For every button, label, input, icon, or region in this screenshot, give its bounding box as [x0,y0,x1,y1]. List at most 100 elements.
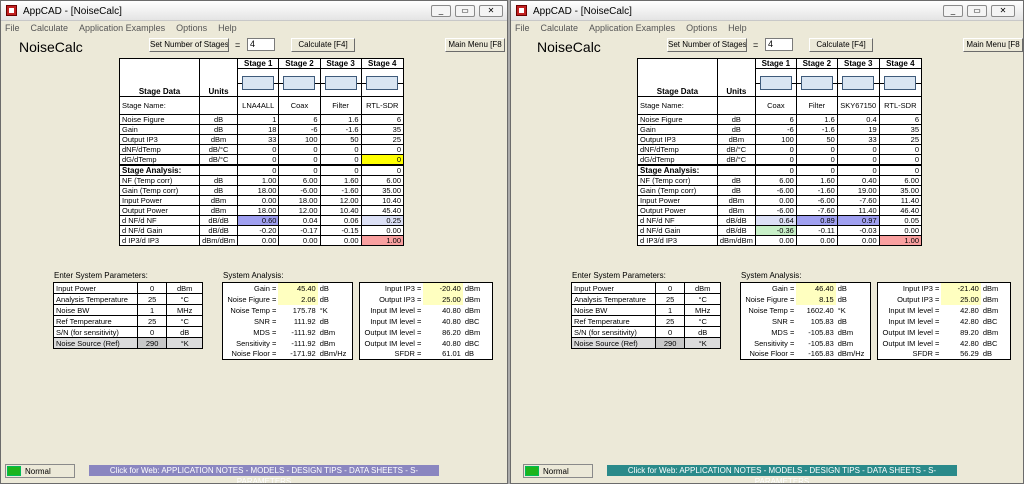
stage-block-icon[interactable] [838,76,879,90]
menu-application-examples[interactable]: Application Examples [589,21,675,35]
param-value[interactable]: 25 [136,293,168,305]
stage-input-cell[interactable]: 1 [236,114,280,125]
stage-input-cell[interactable]: 0 [795,144,838,155]
stage-input-cell[interactable]: 33 [236,134,280,145]
stage-3-name[interactable]: SKY67150 [836,96,880,115]
stage-input-cell[interactable]: -6 [754,124,797,135]
stage-input-cell[interactable]: 6 [878,114,923,125]
param-value[interactable]: 1 [136,304,168,316]
stage-input-cell[interactable]: 0 [836,144,880,155]
stage-input-cell[interactable]: 6 [278,114,321,125]
stage-input-cell[interactable]: 1.6 [319,114,362,125]
param-value[interactable]: 25 [654,315,686,327]
param-value[interactable]: 0 [654,282,686,294]
stage-input-cell[interactable]: 0 [236,154,280,166]
stage-input-cell[interactable]: 25 [878,134,923,145]
stage-input-cell[interactable]: 0 [360,154,405,166]
stage-3-block[interactable] [836,68,880,97]
menu-help[interactable]: Help [728,21,747,35]
stage-input-cell[interactable]: 0 [278,144,321,155]
set-stages-button[interactable]: Set Number of Stages [149,38,229,52]
minimize-button[interactable]: _ [943,5,963,17]
param-value[interactable]: 25 [136,315,168,327]
stages-input[interactable]: 4 [765,38,793,51]
stage-4-block[interactable] [360,68,405,97]
stage-1-block[interactable] [754,68,797,97]
stages-input[interactable]: 4 [247,38,275,51]
close-button[interactable]: ✕ [991,5,1015,17]
stage-input-cell[interactable]: 0 [319,144,362,155]
param-value[interactable]: 0 [136,326,168,338]
param-value[interactable]: 0 [654,326,686,338]
stage-4-block[interactable] [878,68,923,97]
restore-button[interactable]: ▭ [455,5,475,17]
stage-block-icon[interactable] [321,76,361,90]
stage-input-cell[interactable]: 100 [754,134,797,145]
stage-input-cell[interactable]: -1.6 [319,124,362,135]
stage-input-cell[interactable]: 25 [360,134,405,145]
stage-input-cell[interactable]: 0 [754,154,797,166]
stage-2-block[interactable] [795,68,838,97]
param-value[interactable]: 1 [654,304,686,316]
param-value[interactable]: 0 [136,282,168,294]
stage-input-cell[interactable]: 33 [836,134,880,145]
stage-1-name[interactable]: Coax [754,96,797,115]
calculate-button[interactable]: Calculate [F4] [291,38,355,52]
stage-2-name[interactable]: Coax [278,96,321,115]
web-links-banner[interactable]: Click for Web: APPLICATION NOTES - MODEL… [89,465,439,483]
param-value[interactable]: 290 [654,337,686,349]
stage-input-cell[interactable]: 6 [754,114,797,125]
stage-input-cell[interactable]: 0 [878,144,923,155]
stage-1-block[interactable] [236,68,280,97]
stage-3-block[interactable] [319,68,362,97]
stage-input-cell[interactable]: 35 [878,124,923,135]
restore-button[interactable]: ▭ [967,5,987,17]
stage-input-cell[interactable]: -1.6 [795,124,838,135]
stage-block-icon[interactable] [362,76,403,90]
main-menu-button[interactable]: Main Menu [F8 [963,38,1023,52]
web-links-banner[interactable]: Click for Web: APPLICATION NOTES - MODEL… [607,465,957,483]
calculate-button[interactable]: Calculate [F4] [809,38,873,52]
minimize-button[interactable]: _ [431,5,451,17]
stage-input-cell[interactable]: 18 [236,124,280,135]
stage-block-icon[interactable] [797,76,837,90]
stage-4-name[interactable]: RTL-SDR [360,96,405,115]
menu-help[interactable]: Help [218,21,237,35]
menu-file[interactable]: File [515,21,530,35]
stage-input-cell[interactable]: 0 [236,144,280,155]
param-value[interactable]: 290 [136,337,168,349]
stage-block-icon[interactable] [238,76,278,90]
stage-input-cell[interactable]: 0 [795,154,838,166]
set-stages-button[interactable]: Set Number of Stages [667,38,747,52]
menu-file[interactable]: File [5,21,20,35]
stage-input-cell[interactable]: 50 [795,134,838,145]
stage-input-cell[interactable]: 0 [360,144,405,155]
stage-4-name[interactable]: RTL-SDR [878,96,923,115]
main-menu-button[interactable]: Main Menu [F8 [445,38,505,52]
menu-calculate[interactable]: Calculate [31,21,69,35]
stage-input-cell[interactable]: 0 [878,154,923,166]
stage-input-cell[interactable]: 0 [278,154,321,166]
stage-input-cell[interactable]: 35 [360,124,405,135]
stage-input-cell[interactable]: 19 [836,124,880,135]
stage-input-cell[interactable]: 50 [319,134,362,145]
stage-input-cell[interactable]: 0 [836,154,880,166]
stage-block-icon[interactable] [279,76,320,90]
stage-input-cell[interactable]: 0 [319,154,362,166]
menu-application-examples[interactable]: Application Examples [79,21,165,35]
menu-options[interactable]: Options [686,21,717,35]
stage-input-cell[interactable]: 6 [360,114,405,125]
stage-3-name[interactable]: Filter [319,96,362,115]
close-button[interactable]: ✕ [479,5,503,17]
stage-input-cell[interactable]: 0.4 [836,114,880,125]
stage-2-name[interactable]: Filter [795,96,838,115]
stage-block-icon[interactable] [880,76,921,90]
param-value[interactable]: 25 [654,293,686,305]
stage-block-icon[interactable] [756,76,796,90]
stage-input-cell[interactable]: 0 [754,144,797,155]
stage-input-cell[interactable]: 100 [278,134,321,145]
menu-options[interactable]: Options [176,21,207,35]
menu-calculate[interactable]: Calculate [541,21,579,35]
stage-input-cell[interactable]: -6 [278,124,321,135]
stage-1-name[interactable]: LNA4ALL [236,96,280,115]
